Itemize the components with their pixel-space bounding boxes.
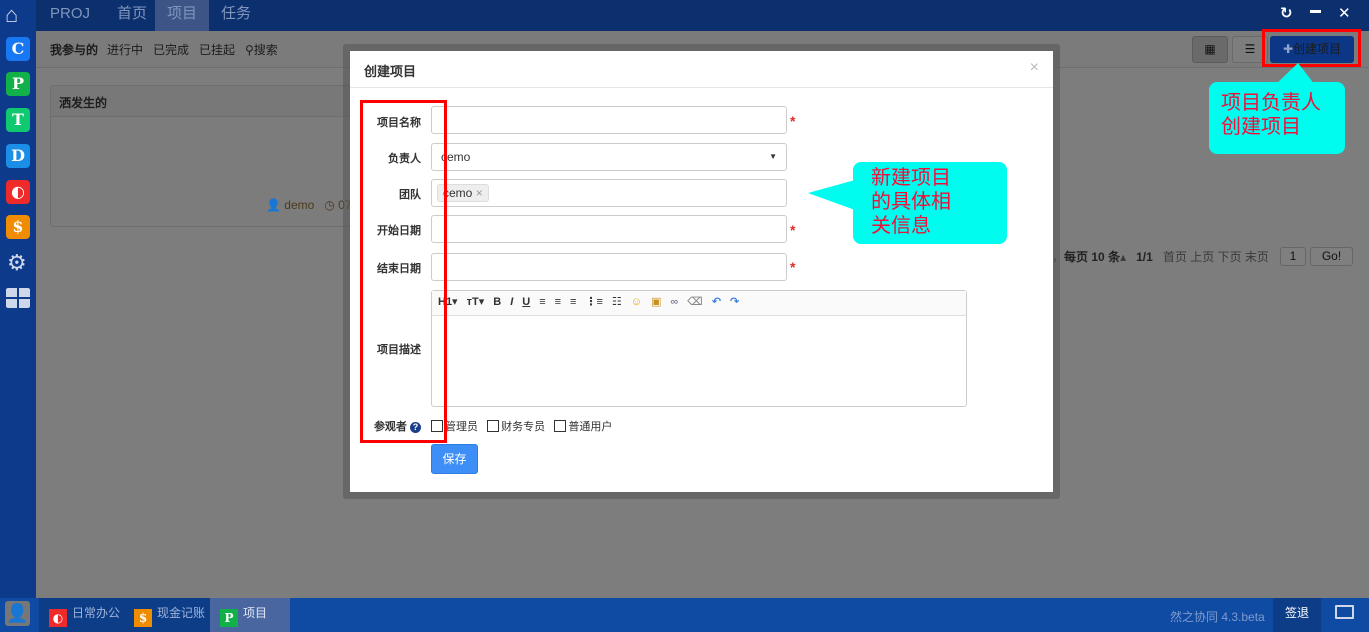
card-owner: demo [284,198,315,212]
task-office[interactable]: ◐ 日常办公 [39,598,131,632]
required-mark: * [790,222,796,238]
filter-done[interactable]: 已完成 [153,41,189,58]
editor-toolbar: H1▾ тT▾ B I U ≡ ≡ ≡ ⋮≡ ☷ ☺ ▣ ∞ ⌫ ↶ ↷ [432,291,966,316]
description-editor[interactable]: H1▾ тT▾ B I U ≡ ≡ ≡ ⋮≡ ☷ ☺ ▣ ∞ ⌫ ↶ ↷ [431,290,967,407]
unordered-list-button[interactable]: ☷ [612,295,622,308]
page-count: 1/1 [1136,250,1153,264]
modal-title: 创建项目 [350,51,1053,88]
start-date-input[interactable] [431,215,787,243]
version: 然之协同 4.3.beta [1170,610,1265,624]
task-project[interactable]: P 项目 [210,598,290,632]
form-labels-highlight [360,100,447,443]
search-link[interactable]: ⚲搜索 [245,41,278,58]
nav-tasks[interactable]: 任务 [209,0,263,31]
checkbox-finance[interactable] [487,420,500,432]
per-page-unit: 条 [1108,250,1121,264]
per-page-label: 每页 [1064,250,1089,264]
topbar: PROJ 首页 项目 任务 ↻ ✕ [36,0,1369,31]
underline-button[interactable]: U [522,296,530,308]
search-icon: ⚲ [245,43,254,57]
app-d-icon[interactable]: D [6,144,30,168]
pager: 录，每页 10 条▴ 1/1 首页 上页 下页 末页 1 Go! [1040,247,1360,268]
page-input[interactable]: 1 [1280,247,1306,266]
align-left-button[interactable]: ≡ [539,296,545,308]
gear-icon[interactable]: ⚙ [7,250,27,276]
app-c-icon[interactable]: C [6,37,30,61]
app-cash-icon[interactable]: $ [6,215,30,239]
last-page[interactable]: 末页 [1245,250,1269,264]
office-icon: ◐ [49,609,67,627]
go-button[interactable]: Go! [1310,247,1353,266]
home-icon[interactable]: ⌂ [5,2,18,28]
eraser-icon[interactable]: ⌫ [687,295,703,308]
filter-suspended[interactable]: 已挂起 [199,41,235,58]
link-icon[interactable]: ∞ [670,296,678,308]
bold-button[interactable]: B [493,296,501,308]
app-oa-icon[interactable]: ◐ [6,180,30,204]
emoji-icon[interactable]: ☺ [631,296,642,308]
filter-mine[interactable]: 我参与的 [50,41,98,58]
avatar[interactable]: 👤 [5,601,30,626]
per-page[interactable]: 10 [1091,250,1104,264]
project-name-input[interactable] [431,106,787,134]
project-card[interactable]: 洒发生的 👤 demo ◷ 07 [50,85,370,227]
create-project-modal: 创建项目 × 项目名称 * 负责人 cemo ▼ 团队 cemo × 开始日期 *… [350,51,1053,492]
redo-icon[interactable]: ↷ [730,295,739,308]
close-icon[interactable]: × [1030,59,1039,77]
cash-icon: $ [134,609,152,627]
form-annotation: 新建项目 的具体相 关信息 [853,162,1007,244]
close-icon[interactable]: ✕ [1338,4,1351,22]
ordered-list-button[interactable]: ⋮≡ [585,295,602,308]
undo-icon[interactable]: ↶ [712,295,721,308]
required-mark: * [790,259,796,275]
callout-pointer [808,180,855,210]
team-select[interactable]: cemo × [431,179,787,207]
observer-options: 管理员 财务专员 普通用户 [431,418,612,434]
nav-projects[interactable]: 项目 [155,0,210,31]
nav-home[interactable]: 首页 [105,0,159,31]
first-page[interactable]: 首页 [1163,250,1187,264]
chevron-down-icon: ▼ [769,152,777,161]
filter-doing[interactable]: 进行中 [107,41,143,58]
desktop-icon[interactable] [1335,605,1354,619]
clock-icon: ◷ [324,198,335,212]
align-right-button[interactable]: ≡ [570,296,576,308]
create-annotation: 项目负责人 创建项目 [1209,82,1345,154]
brand[interactable]: PROJ [38,0,102,31]
refresh-icon[interactable]: ↻ [1280,4,1293,22]
apps-icon[interactable] [6,288,30,308]
app-t-icon[interactable]: T [6,108,30,132]
project-card-meta: 👤 demo ◷ 07 [266,198,352,212]
taskbar: 👤 ◐ 日常办公 $ 现金记账 P 项目 然之协同 4.3.beta 签退 [0,598,1369,632]
sidebar: ⌂ C P T D ◐ $ ⚙ [0,0,36,598]
project-card-title: 洒发生的 [51,86,369,117]
project-icon: P [220,609,238,627]
next-page[interactable]: 下页 [1218,250,1242,264]
italic-button[interactable]: I [510,296,513,308]
minimize-icon[interactable] [1310,10,1321,13]
app-p-icon[interactable]: P [6,72,30,96]
end-date-input[interactable] [431,253,787,281]
logout-button[interactable]: 签退 [1273,598,1321,632]
remove-icon[interactable]: × [476,186,483,200]
prev-page[interactable]: 上页 [1190,250,1214,264]
user-icon: 👤 [266,198,281,212]
align-center-button[interactable]: ≡ [555,296,561,308]
save-button[interactable]: 保存 [431,444,478,474]
checkbox-user[interactable] [554,420,567,432]
font-size-button[interactable]: тT▾ [467,295,485,308]
task-cash[interactable]: $ 现金记账 [124,598,216,632]
image-icon[interactable]: ▣ [651,295,661,308]
required-mark: * [790,113,796,129]
owner-select[interactable]: cemo ▼ [431,143,787,171]
grid-view-button[interactable]: ▦ [1192,36,1228,63]
